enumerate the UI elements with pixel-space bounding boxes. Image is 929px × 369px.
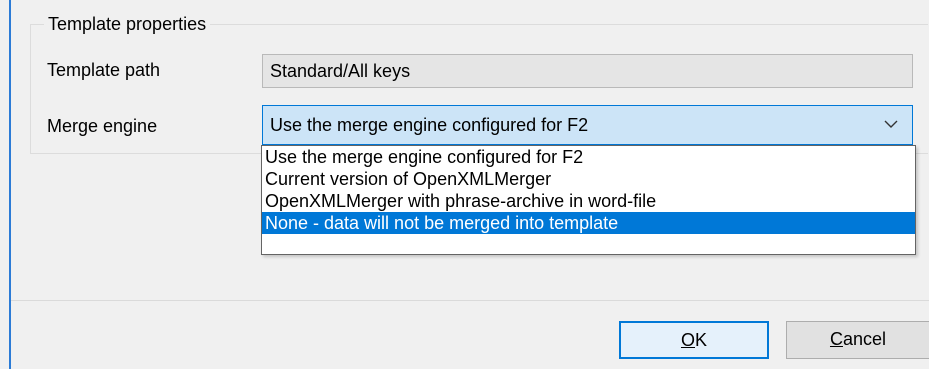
template-path-field: Standard/All keys	[262, 54, 913, 88]
group-title: Template properties	[44, 13, 211, 35]
dropdown-option[interactable]: OpenXMLMerger with phrase-archive in wor…	[262, 190, 915, 212]
cancel-mnemonic: C	[829, 329, 843, 349]
dropdown-option[interactable]: None - data will not be merged into temp…	[262, 212, 915, 234]
ok-mnemonic: O	[680, 330, 695, 350]
chevron-down-icon	[884, 120, 898, 128]
merge-engine-dropdown-list: Use the merge engine configured for F2 C…	[261, 145, 916, 255]
cancel-label-rest: ancel	[842, 329, 887, 349]
template-path-label: Template path	[47, 60, 161, 80]
ok-button[interactable]: OK	[619, 321, 769, 359]
merge-engine-label: Merge engine	[47, 116, 158, 136]
merge-engine-selected-value: Use the merge engine configured for F2	[270, 115, 589, 135]
ok-label-rest: K	[695, 330, 708, 350]
cancel-button[interactable]: Cancel	[786, 321, 929, 359]
dropdown-option[interactable]: Use the merge engine configured for F2	[262, 146, 915, 168]
dropdown-option[interactable]: Current version of OpenXMLMerger	[262, 168, 915, 190]
merge-engine-select[interactable]: Use the merge engine configured for F2	[262, 105, 913, 145]
